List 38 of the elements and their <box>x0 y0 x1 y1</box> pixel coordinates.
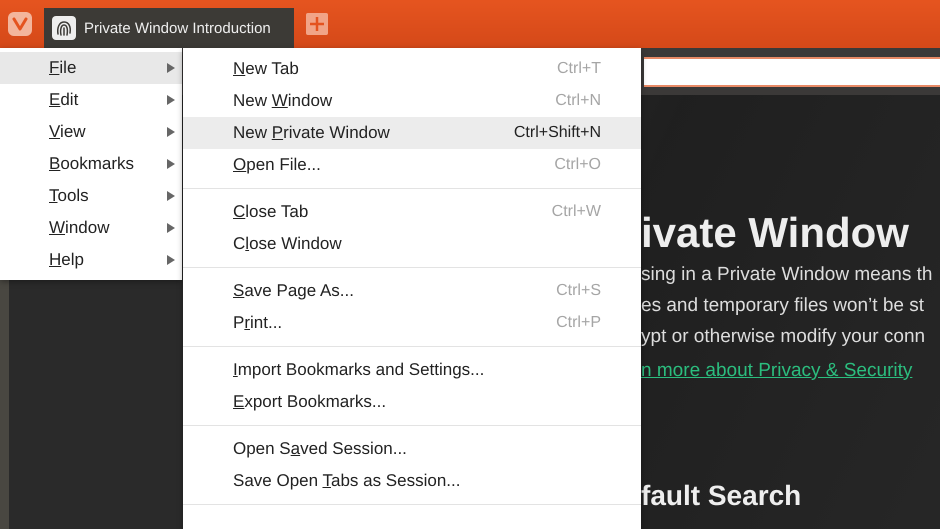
menu-item[interactable]: Open File... Ctrl+O <box>183 149 641 181</box>
menu-item[interactable]: New Window Ctrl+N <box>183 85 641 117</box>
menu-item[interactable]: Window <box>0 212 182 244</box>
menu-item[interactable]: Help <box>0 244 182 276</box>
menu-item[interactable]: Save Page As... Ctrl+S <box>183 275 641 307</box>
shortcut-text: Ctrl+W <box>552 203 601 221</box>
menu-item[interactable]: New Private Window Ctrl+Shift+N <box>183 117 641 149</box>
shortcut-text: Ctrl+S <box>556 282 601 300</box>
menu-item[interactable]: Export Bookmarks... <box>183 386 641 418</box>
fingerprint-icon <box>52 16 76 40</box>
menu-item[interactable]: Edit <box>0 84 182 116</box>
browser-tab[interactable]: Private Window Introduction <box>44 8 294 48</box>
privacy-link[interactable]: n more about Privacy & Security <box>641 352 912 390</box>
menu-item[interactable]: Close Window <box>183 228 641 260</box>
menu-item[interactable]: Save Open Tabs as Session... <box>183 465 641 497</box>
menu-item[interactable]: Bookmarks <box>0 148 182 180</box>
shortcut-text: Ctrl+Shift+N <box>514 124 601 142</box>
shortcut-text: Ctrl+P <box>556 314 601 332</box>
menu-item[interactable]: New Tab Ctrl+T <box>183 53 641 85</box>
shortcut-text: Ctrl+O <box>554 156 601 174</box>
logo-icon[interactable] <box>8 12 32 36</box>
paragraph-line: es and temporary files won’t be st <box>641 294 924 318</box>
shortcut-text: Ctrl+N <box>555 92 601 110</box>
menu-item[interactable]: Open Saved Session... <box>183 433 641 465</box>
page-heading: ivate Window <box>641 208 909 258</box>
shortcut-text: Ctrl+T <box>557 60 601 78</box>
menu-item[interactable]: View <box>0 116 182 148</box>
menu-item[interactable]: Import Bookmarks and Settings... <box>183 354 641 386</box>
menu-item[interactable]: Close Tab Ctrl+W <box>183 196 641 228</box>
menu-item[interactable]: Tools <box>0 180 182 212</box>
menu-item[interactable]: File <box>0 52 182 84</box>
menu-item[interactable]: Print... Ctrl+P <box>183 307 641 339</box>
address-field[interactable] <box>644 56 940 86</box>
paragraph-line: ypt or otherwise modify your conn <box>641 325 926 349</box>
tab-title: Private Window Introduction <box>84 20 271 36</box>
section-heading: fault Search <box>641 480 802 512</box>
paragraph-line: sing in a Private Window means th <box>641 263 932 287</box>
new-tab-icon[interactable] <box>306 13 328 35</box>
